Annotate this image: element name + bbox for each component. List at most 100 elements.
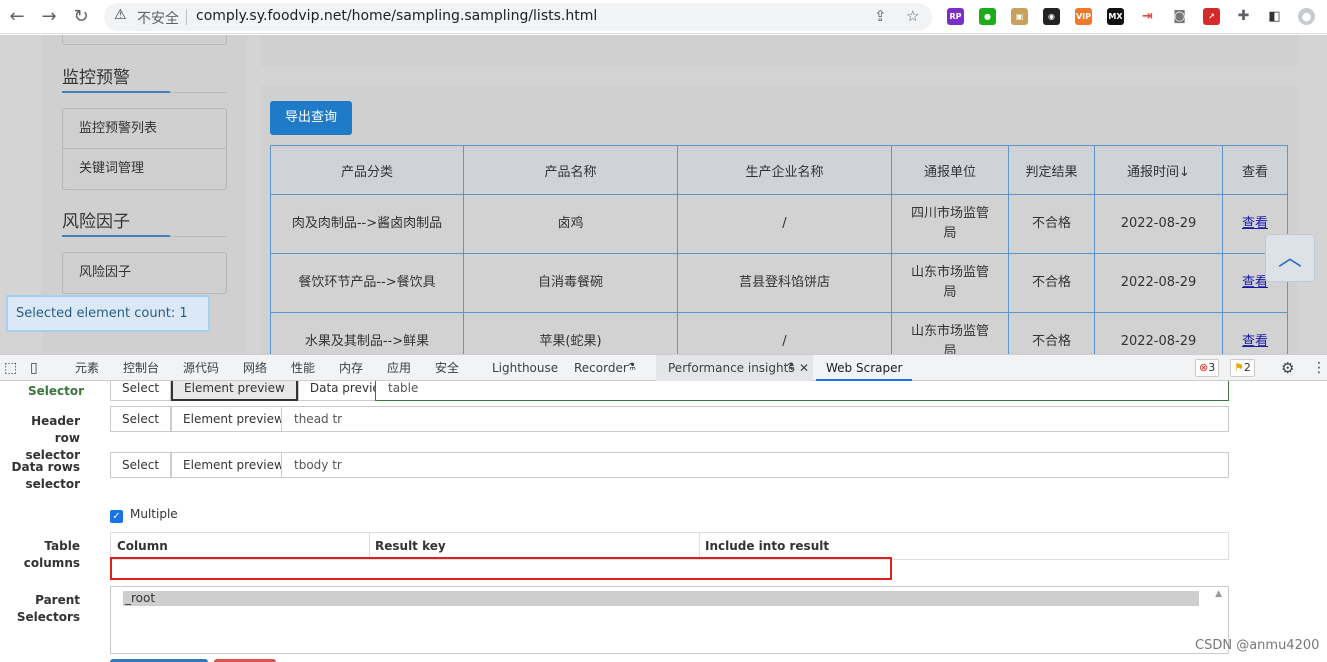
cell-date: 2022-08-29 xyxy=(1094,253,1223,313)
tab-sources[interactable]: 源代码 xyxy=(183,355,219,381)
multiple-label: Multiple xyxy=(130,507,178,521)
forward-icon[interactable]: → xyxy=(37,5,61,29)
section-divider xyxy=(62,235,227,237)
ext-rp-icon[interactable]: RP xyxy=(947,8,964,25)
view-link[interactable]: 查看 xyxy=(1242,216,1268,231)
empty-columns-highlight xyxy=(110,557,892,580)
ext-red-icon[interactable]: ↗ xyxy=(1203,8,1220,25)
section-title-monitor: 监控预警 xyxy=(62,68,130,88)
ext-mask-icon[interactable]: ◉ xyxy=(1043,8,1060,25)
data-rows-selector-label: Data rows selector xyxy=(11,460,80,491)
data-rows-selector-input[interactable]: tbody tr xyxy=(281,452,1229,478)
ext-image-icon[interactable]: ▣ xyxy=(1011,8,1028,25)
extensions-puzzle-icon[interactable]: ✚ xyxy=(1235,8,1252,25)
data-rows-select-button[interactable]: Select xyxy=(110,452,172,478)
side-panel-icon[interactable]: ◧ xyxy=(1266,8,1283,25)
share-icon[interactable]: ⇪ xyxy=(874,7,887,25)
tab-network[interactable]: 网络 xyxy=(243,355,267,381)
settings-gear-icon[interactable]: ⚙ xyxy=(1281,355,1294,381)
cell-company: / xyxy=(677,312,892,354)
th-result: 判定结果 xyxy=(1008,145,1095,195)
warning-count-badge[interactable]: ⚑2 xyxy=(1230,359,1255,377)
th-category: 产品分类 xyxy=(270,145,464,195)
parent-selectors-listbox[interactable]: _root ▲ xyxy=(110,586,1229,654)
cell-company: / xyxy=(677,194,892,254)
ext-arrow-icon[interactable]: ⇥ xyxy=(1139,8,1156,25)
cell-result: 不合格 xyxy=(1008,194,1095,254)
error-count: 3 xyxy=(1208,361,1216,374)
th-product-name: 产品名称 xyxy=(463,145,678,195)
header-row-element-preview-button[interactable]: Element preview xyxy=(171,406,296,432)
th-view: 查看 xyxy=(1222,145,1288,195)
data-rows-button-group: Select Element preview xyxy=(110,452,296,478)
column-header-result-key: Result key xyxy=(375,539,446,553)
tab-performance[interactable]: 性能 xyxy=(291,355,315,381)
url-text[interactable]: comply.sy.foodvip.net/home/sampling.samp… xyxy=(196,8,597,24)
selector-input[interactable]: table xyxy=(375,381,1229,401)
tab-recorder[interactable]: Recorder xyxy=(574,355,628,381)
sidebar-item-monitor-list[interactable]: 监控预警列表 xyxy=(63,109,226,149)
watermark-text: CSDN @anmu4200 xyxy=(1195,638,1320,653)
column-header-column: Column xyxy=(117,539,168,553)
more-menu-icon[interactable]: ⋮ xyxy=(1312,355,1326,381)
ext-mx-icon[interactable]: MX xyxy=(1107,8,1124,25)
close-tab-icon[interactable]: ✕ xyxy=(799,355,809,381)
inspect-element-icon[interactable]: ⬚ xyxy=(4,355,17,381)
address-bar[interactable]: ⚠ 不安全 comply.sy.foodvip.net/home/samplin… xyxy=(104,3,932,31)
cell-company: 莒县登科馅饼店 xyxy=(677,253,892,313)
tab-security[interactable]: 安全 xyxy=(435,355,459,381)
table-header-row: 产品分类 产品名称 生产企业名称 通报单位 判定结果 通报时间↓ 查看 xyxy=(270,145,1288,195)
data-rows-element-preview-button[interactable]: Element preview xyxy=(171,452,296,478)
browser-toolbar: ← → ↻ ⚠ 不安全 comply.sy.foodvip.net/home/s… xyxy=(0,0,1327,34)
cell-product-name: 卤鸡 xyxy=(463,194,678,254)
header-row-button-group: Select Element preview xyxy=(110,406,296,432)
export-query-button[interactable]: 导出查询 xyxy=(270,101,352,135)
tab-console[interactable]: 控制台 xyxy=(123,355,159,381)
tab-web-scraper[interactable]: Web Scraper xyxy=(816,355,913,381)
results-table: 产品分类 产品名称 生产企业名称 通报单位 判定结果 通报时间↓ 查看 肉及肉制… xyxy=(270,145,1288,354)
header-row-selector-input[interactable]: thead tr xyxy=(281,406,1229,432)
table-row: 肉及肉制品-->酱卤肉制品 卤鸡 / 四川市场监管局 不合格 2022-08-2… xyxy=(270,194,1288,254)
profile-avatar-icon[interactable]: ● xyxy=(1298,8,1315,25)
view-link[interactable]: 查看 xyxy=(1242,334,1268,349)
tab-application[interactable]: 应用 xyxy=(387,355,411,381)
selector-select-button[interactable]: Select xyxy=(110,381,172,401)
table-row: 水果及其制品-->鲜果 苹果(蛇果) / 山东市场监管局 不合格 2022-08… xyxy=(270,312,1288,354)
tab-memory[interactable]: 内存 xyxy=(339,355,363,381)
reload-icon[interactable]: ↻ xyxy=(69,5,93,29)
error-count-badge[interactable]: ⊗3 xyxy=(1195,359,1220,377)
cell-category: 餐饮环节产品-->餐饮具 xyxy=(270,253,464,313)
header-row-selector-label: Header row selector xyxy=(25,414,80,462)
cell-date: 2022-08-29 xyxy=(1094,312,1223,354)
cell-product-name: 苹果(蛇果) xyxy=(463,312,678,354)
bookmark-star-icon[interactable]: ☆ xyxy=(906,7,919,25)
parent-option-root[interactable]: _root xyxy=(123,591,1199,606)
insecure-label: 不安全 xyxy=(137,11,179,27)
th-date-sort[interactable]: 通报时间↓ xyxy=(1094,145,1223,195)
camera-icon[interactable]: ◙ xyxy=(1171,8,1188,25)
panel-top xyxy=(260,35,1298,66)
ext-chat-icon[interactable]: ● xyxy=(979,8,996,25)
selector-label: Selector xyxy=(28,384,85,398)
devtools-tab-bar: ⬚ ▯ 元素 控制台 源代码 网络 性能 内存 应用 安全 Lighthouse… xyxy=(0,354,1327,381)
tab-elements[interactable]: 元素 xyxy=(75,355,99,381)
scroll-to-top-icon[interactable]: ︿ xyxy=(1265,234,1315,282)
device-toggle-icon[interactable]: ▯ xyxy=(30,355,38,381)
sidebar-menu-risk: 风险因子 xyxy=(62,252,227,294)
scroll-up-arrow-icon[interactable]: ▲ xyxy=(1215,589,1222,599)
header-row-select-button[interactable]: Select xyxy=(110,406,172,432)
back-icon[interactable]: ← xyxy=(5,5,29,29)
warning-flag-icon: ⚑ xyxy=(1234,361,1244,374)
sidebar-item-keyword-management[interactable]: 关键词管理 xyxy=(63,149,226,189)
table-row: 餐饮环节产品-->餐饮具 自消毒餐碗 莒县登科馅饼店 山东市场监管局 不合格 2… xyxy=(270,253,1288,313)
url-separator xyxy=(186,9,187,25)
warning-icon[interactable]: ⚠ xyxy=(114,7,127,23)
tab-lighthouse[interactable]: Lighthouse xyxy=(492,355,558,381)
cell-product-name: 自消毒餐碗 xyxy=(463,253,678,313)
multiple-checkbox[interactable]: ✓ xyxy=(110,510,123,523)
th-company: 生产企业名称 xyxy=(677,145,892,195)
sidebar-item-risk-factor[interactable]: 风险因子 xyxy=(63,253,226,293)
selector-element-preview-button[interactable]: Element preview xyxy=(171,381,298,401)
ext-vip-icon[interactable]: VIP xyxy=(1075,8,1092,25)
table-columns-header: Column Result key Include into result xyxy=(110,532,1229,560)
